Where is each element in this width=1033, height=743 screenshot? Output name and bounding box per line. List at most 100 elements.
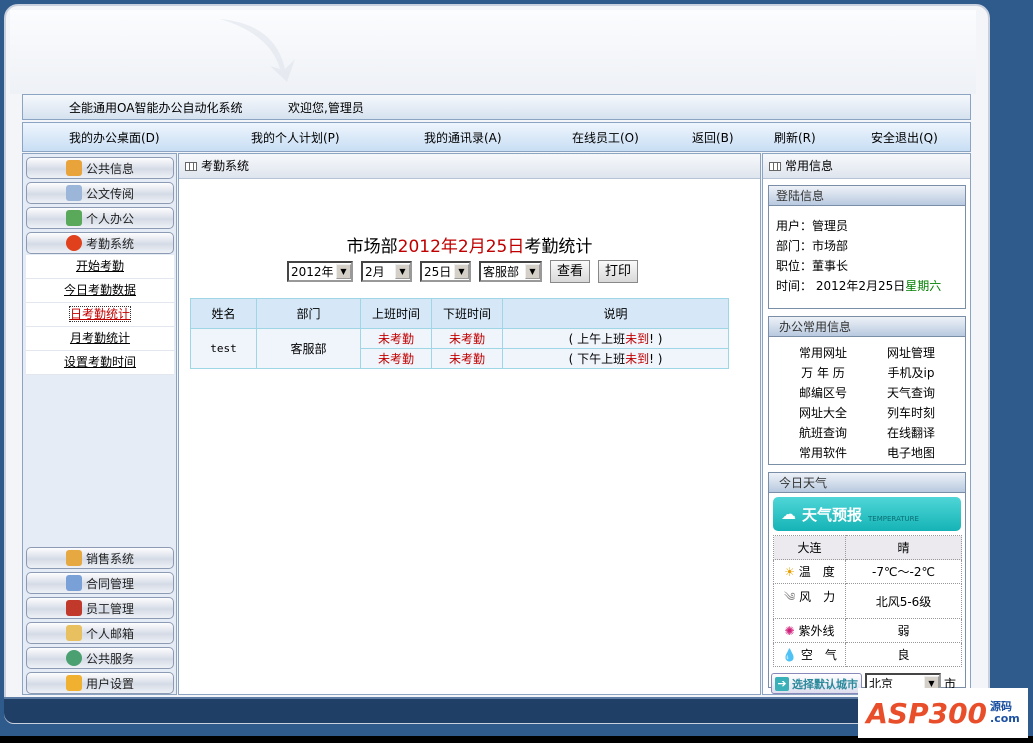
sidebar-item-mailbox[interactable]: 个人邮箱 — [26, 622, 174, 644]
nav-online-staff[interactable]: 在线员工(O) — [572, 129, 639, 146]
sun-icon: ☀ — [784, 565, 795, 579]
sidebar-item-public-info[interactable]: 公共信息 — [26, 157, 174, 179]
window-bottom-border — [4, 697, 990, 723]
box-title: 登陆信息 — [769, 186, 965, 206]
nav-contacts[interactable]: 我的通讯录(A) — [424, 129, 502, 146]
sidebar-item-label: 用户设置 — [85, 676, 134, 691]
panel-header: 常用信息 — [763, 154, 970, 179]
note-text: ( 下午上班 — [568, 352, 626, 366]
clock-icon — [65, 235, 82, 251]
weather-label: ✺ 紫外线 — [773, 618, 846, 643]
weather-label: 💧 空 气 — [773, 642, 846, 667]
cell-dept: 客服部 — [256, 328, 361, 369]
sidebar-item-staff[interactable]: 员工管理 — [26, 597, 174, 619]
sidebar-item-public-service[interactable]: 公共服务 — [26, 647, 174, 669]
welcome-text: 欢迎您,管理员 — [288, 100, 364, 115]
year-select[interactable]: 2012年 ▼ — [287, 261, 353, 282]
office-link[interactable]: 网址大全 — [779, 403, 867, 423]
panel-title: 常用信息 — [785, 159, 834, 173]
office-link[interactable]: 手机及ip — [867, 363, 955, 383]
watermark-logo: ASP300 源码 .com — [858, 688, 1028, 738]
submenu-monthly-stats: 月考勤统计 — [26, 327, 174, 351]
sidebar-item-contracts[interactable]: 合同管理 — [26, 572, 174, 594]
panel-header: 考勤系统 — [179, 154, 760, 179]
login-user: 用户：管理员 — [776, 219, 849, 233]
nav-refresh[interactable]: 刷新(R) — [774, 129, 816, 146]
print-button[interactable]: 打印 — [598, 260, 639, 283]
link-set-time[interactable]: 设置考勤时间 — [64, 355, 136, 369]
contract-icon — [65, 575, 82, 591]
sidebar-item-attendance[interactable]: 考勤系统 — [26, 232, 174, 254]
person-icon — [65, 210, 82, 226]
weather-value: 弱 — [845, 618, 962, 643]
label-text: 空 气 — [800, 648, 837, 662]
sidebar-item-personal-office[interactable]: 个人办公 — [26, 207, 174, 229]
weather-box: 今日天气 ☁ 天气预报 TEMPERATURE 大连晴 ☀ 温 度 -7℃～-2℃ ༄… — [768, 472, 966, 694]
sidebar-item-sales[interactable]: 销售系统 — [26, 547, 174, 569]
weather-condition: 晴 — [845, 535, 962, 560]
day-select[interactable]: 25日 ▼ — [420, 261, 471, 282]
login-position: 职位：董事长 — [776, 259, 849, 273]
office-link[interactable]: 列车时刻 — [867, 403, 955, 423]
weather-banner: ☁ 天气预报 TEMPERATURE — [773, 497, 961, 531]
dept-select[interactable]: 客服部 ▼ — [479, 261, 542, 282]
view-button[interactable]: 查看 — [550, 260, 591, 283]
cell-note: ( 下午上班未到! ) — [502, 348, 729, 369]
panel-grid-icon — [769, 162, 781, 171]
nav-logout[interactable]: 安全退出(Q) — [871, 129, 938, 146]
note-status: 未到 — [625, 332, 650, 346]
main-nav: 我的办公桌面(D) 我的个人计划(P) 我的通讯录(A) 在线员工(O) 返回(… — [22, 122, 971, 152]
sidebar-item-label: 销售系统 — [85, 551, 134, 566]
link-today-data[interactable]: 今日考勤数据 — [64, 283, 136, 297]
weekday: 星期六 — [905, 279, 942, 293]
sidebar-item-label: 个人办公 — [85, 211, 134, 226]
header-banner — [10, 10, 976, 94]
sidebar-item-documents[interactable]: 公文传阅 — [26, 182, 174, 204]
office-link[interactable]: 天气查询 — [867, 383, 955, 403]
attendance-table: 姓名 部门 上班时间 下班时间 说明 test 客服部 未考勤 未考勤 ( 上午… — [190, 298, 729, 369]
office-link[interactable]: 网址管理 — [867, 343, 955, 363]
office-link[interactable]: 常用软件 — [779, 443, 867, 463]
col-in: 上班时间 — [360, 298, 432, 329]
office-links-box: 办公常用信息 常用网址 网址管理万 年 历手机及ip 邮编区号 天气查询 网址大全 列车时… — [768, 316, 966, 465]
link-monthly-stats[interactable]: 月考勤统计 — [70, 331, 130, 345]
office-link[interactable]: 电子地图 — [867, 443, 955, 463]
month-select[interactable]: 2月 ▼ — [361, 261, 412, 282]
sidebar-item-label: 公共信息 — [85, 161, 134, 176]
cell-in: 未考勤 — [360, 328, 432, 349]
office-link[interactable]: 在线翻译 — [867, 423, 955, 443]
office-link[interactable]: 万 年 历 — [779, 363, 867, 383]
panel-grid-icon — [185, 162, 197, 171]
table-header-row: 姓名 部门 上班时间 下班时间 说明 — [190, 298, 729, 329]
sidebar-item-user-settings[interactable]: 用户设置 — [26, 672, 174, 694]
water-drop-icon: 💧 — [782, 648, 798, 662]
office-link[interactable]: 常用网址 — [779, 343, 867, 363]
users-icon — [65, 600, 82, 616]
nav-back[interactable]: 返回(B) — [692, 129, 734, 146]
panel-title: 考勤系统 — [201, 159, 250, 173]
office-link[interactable]: 航班查询 — [779, 423, 867, 443]
submenu-set-time: 设置考勤时间 — [26, 351, 174, 375]
select-default-city-button[interactable]: ➔ 选择默认城市 — [771, 673, 862, 694]
label-text: 风 力 — [799, 590, 836, 604]
col-out: 下班时间 — [431, 298, 503, 329]
weather-value: -7℃～-2℃ — [845, 559, 962, 584]
nav-personal-plan[interactable]: 我的个人计划(P) — [251, 129, 340, 146]
link-start-attendance[interactable]: 开始考勤 — [76, 259, 124, 273]
banner-title: 天气预报 — [802, 505, 863, 524]
system-name: 全能通用OA智能办公自动化系统 — [69, 100, 243, 115]
filter-controls: 2012年 ▼ 2月 ▼ 25日 ▼ 客服部 ▼ 查看 打印 — [287, 260, 639, 283]
office-link[interactable]: 邮编区号 — [779, 383, 867, 403]
table-row: test 客服部 未考勤 未考勤 ( 上午上班未到! ) — [190, 328, 729, 369]
nav-desktop[interactable]: 我的办公桌面(D) — [69, 129, 160, 146]
globe-icon — [65, 650, 82, 666]
sidebar: 公共信息 公文传阅 个人办公 考勤系统 开始考勤 今日考勤数据 日考勤统计 月考… — [22, 153, 177, 695]
submenu-daily-stats: 日考勤统计 — [26, 303, 174, 327]
cloud-icon: ☁ — [781, 505, 796, 523]
link-daily-stats[interactable]: 日考勤统计 — [68, 306, 132, 322]
month-value: 2月 — [365, 265, 385, 279]
top-info-bar: 全能通用OA智能办公自动化系统 欢迎您,管理员 — [22, 94, 971, 120]
year-value: 2012年 — [291, 265, 334, 279]
arrow-right-icon: ➔ — [775, 676, 789, 691]
cell-note: ( 上午上班未到! ) — [502, 328, 729, 349]
